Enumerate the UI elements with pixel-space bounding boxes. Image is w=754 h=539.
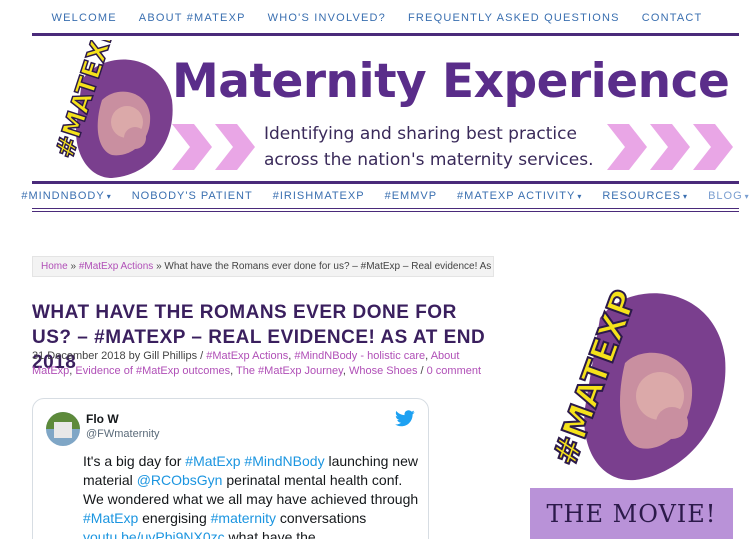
tweet-text-segment: It's a big day for bbox=[83, 453, 186, 469]
breadcrumb-home[interactable]: Home bbox=[41, 261, 68, 272]
tweet-author-handle[interactable]: @FWmaternity bbox=[86, 428, 160, 440]
twitter-bird-icon[interactable] bbox=[395, 410, 415, 427]
tweet-link[interactable]: #MatExp bbox=[83, 510, 138, 526]
movie-label: THE MOVIE! bbox=[546, 500, 717, 528]
nav-emmvp[interactable]: #EMMVP bbox=[385, 190, 437, 202]
post-meta: 31 December 2018 by Gill Phillips / #Mat… bbox=[32, 350, 482, 377]
tweet-text-segment: energising bbox=[138, 510, 211, 526]
nav-divider-bottom bbox=[32, 208, 739, 209]
category-link[interactable]: Evidence of #MatExp outcomes bbox=[75, 365, 230, 377]
nav-divider-bottom-2 bbox=[32, 211, 739, 212]
nav-irishmatexp[interactable]: #IRISHMATEXP bbox=[273, 190, 365, 202]
movie-promo[interactable]: THE MOVIE! bbox=[530, 488, 733, 539]
chevron-down-icon: ▾ bbox=[106, 192, 112, 201]
site-tagline-line2: across the nation's maternity services. bbox=[264, 150, 594, 170]
tweet-text: It's a big day for #MatExp #MindNBody la… bbox=[83, 452, 423, 539]
nav-welcome[interactable]: WELCOME bbox=[52, 12, 117, 24]
breadcrumb-category[interactable]: #MatExp Actions bbox=[79, 261, 153, 272]
tweet-author-name[interactable]: Flo W bbox=[86, 412, 119, 426]
category-link[interactable]: #MatExp Actions bbox=[206, 350, 288, 362]
category-link[interactable]: The #MatExp Journey bbox=[236, 365, 343, 377]
chevron-down-icon: ▾ bbox=[577, 192, 583, 201]
nav-faq[interactable]: FREQUENTLY ASKED QUESTIONS bbox=[408, 12, 620, 24]
tweet-link[interactable]: @RCObsGyn bbox=[137, 472, 223, 488]
breadcrumb-separator: » bbox=[70, 261, 77, 272]
nav-contact[interactable]: CONTACT bbox=[642, 12, 703, 24]
chevron-down-icon: ▾ bbox=[744, 192, 750, 201]
chevron-down-icon: ▾ bbox=[683, 192, 689, 201]
avatar[interactable] bbox=[46, 412, 80, 446]
tweet-link[interactable]: youtu.be/uvPbj9NX0zc bbox=[83, 529, 225, 539]
nav-nobodys-patient[interactable]: NOBODY'S PATIENT bbox=[132, 190, 253, 202]
site-tagline-line1: Identifying and sharing best practice bbox=[264, 124, 577, 144]
main-navigation: #MINDNBODY ▾ NOBODY'S PATIENT #IRISHMATEX… bbox=[21, 185, 748, 207]
tweet-link[interactable]: #MindNBody bbox=[244, 453, 324, 469]
comments-link[interactable]: 0 comment bbox=[427, 365, 481, 377]
site-banner[interactable]: #MATEXP Maternity Experience Identifying… bbox=[32, 40, 739, 180]
tweet-link[interactable]: #MatExp bbox=[185, 453, 240, 469]
breadcrumb-separator: » bbox=[156, 261, 162, 272]
tweet-text-segment: what have the bbox=[224, 529, 316, 539]
nav-resources[interactable]: RESOURCES ▾ bbox=[602, 190, 688, 202]
breadcrumb: Home » #MatExp Actions » What have the R… bbox=[32, 256, 494, 277]
post-date-author: 31 December 2018 by Gill Phillips / bbox=[32, 350, 204, 362]
site-title: Maternity Experience bbox=[172, 54, 730, 109]
nav-about-matexp[interactable]: ABOUT #MATEXP bbox=[139, 12, 246, 24]
nav-divider-top bbox=[32, 181, 739, 184]
nav-mindnbody[interactable]: #MINDNBODY ▾ bbox=[21, 190, 111, 202]
category-link[interactable]: Whose Shoes bbox=[349, 365, 417, 377]
breadcrumb-current: What have the Romans ever done for us? –… bbox=[164, 261, 493, 272]
embedded-tweet[interactable]: Flo W @FWmaternity It's a big day for #M… bbox=[32, 398, 429, 539]
nav-whos-involved[interactable]: WHO'S INVOLVED? bbox=[268, 12, 386, 24]
top-navigation: WELCOME ABOUT #MATEXP WHO'S INVOLVED? FR… bbox=[0, 0, 754, 36]
nav-matexp-activity[interactable]: #MATEXP ACTIVITY ▾ bbox=[457, 190, 582, 202]
tweet-text-segment: conversations bbox=[276, 510, 367, 526]
tweet-link[interactable]: #maternity bbox=[211, 510, 276, 526]
sidebar-logo-graphic: #MATEXP bbox=[544, 284, 726, 481]
header-divider-top bbox=[32, 33, 739, 36]
nav-blog[interactable]: BLOG ▾ bbox=[708, 190, 750, 202]
sidebar-logo[interactable]: #MATEXP bbox=[530, 258, 740, 490]
category-link[interactable]: #MindNBody - holistic care bbox=[294, 350, 425, 362]
